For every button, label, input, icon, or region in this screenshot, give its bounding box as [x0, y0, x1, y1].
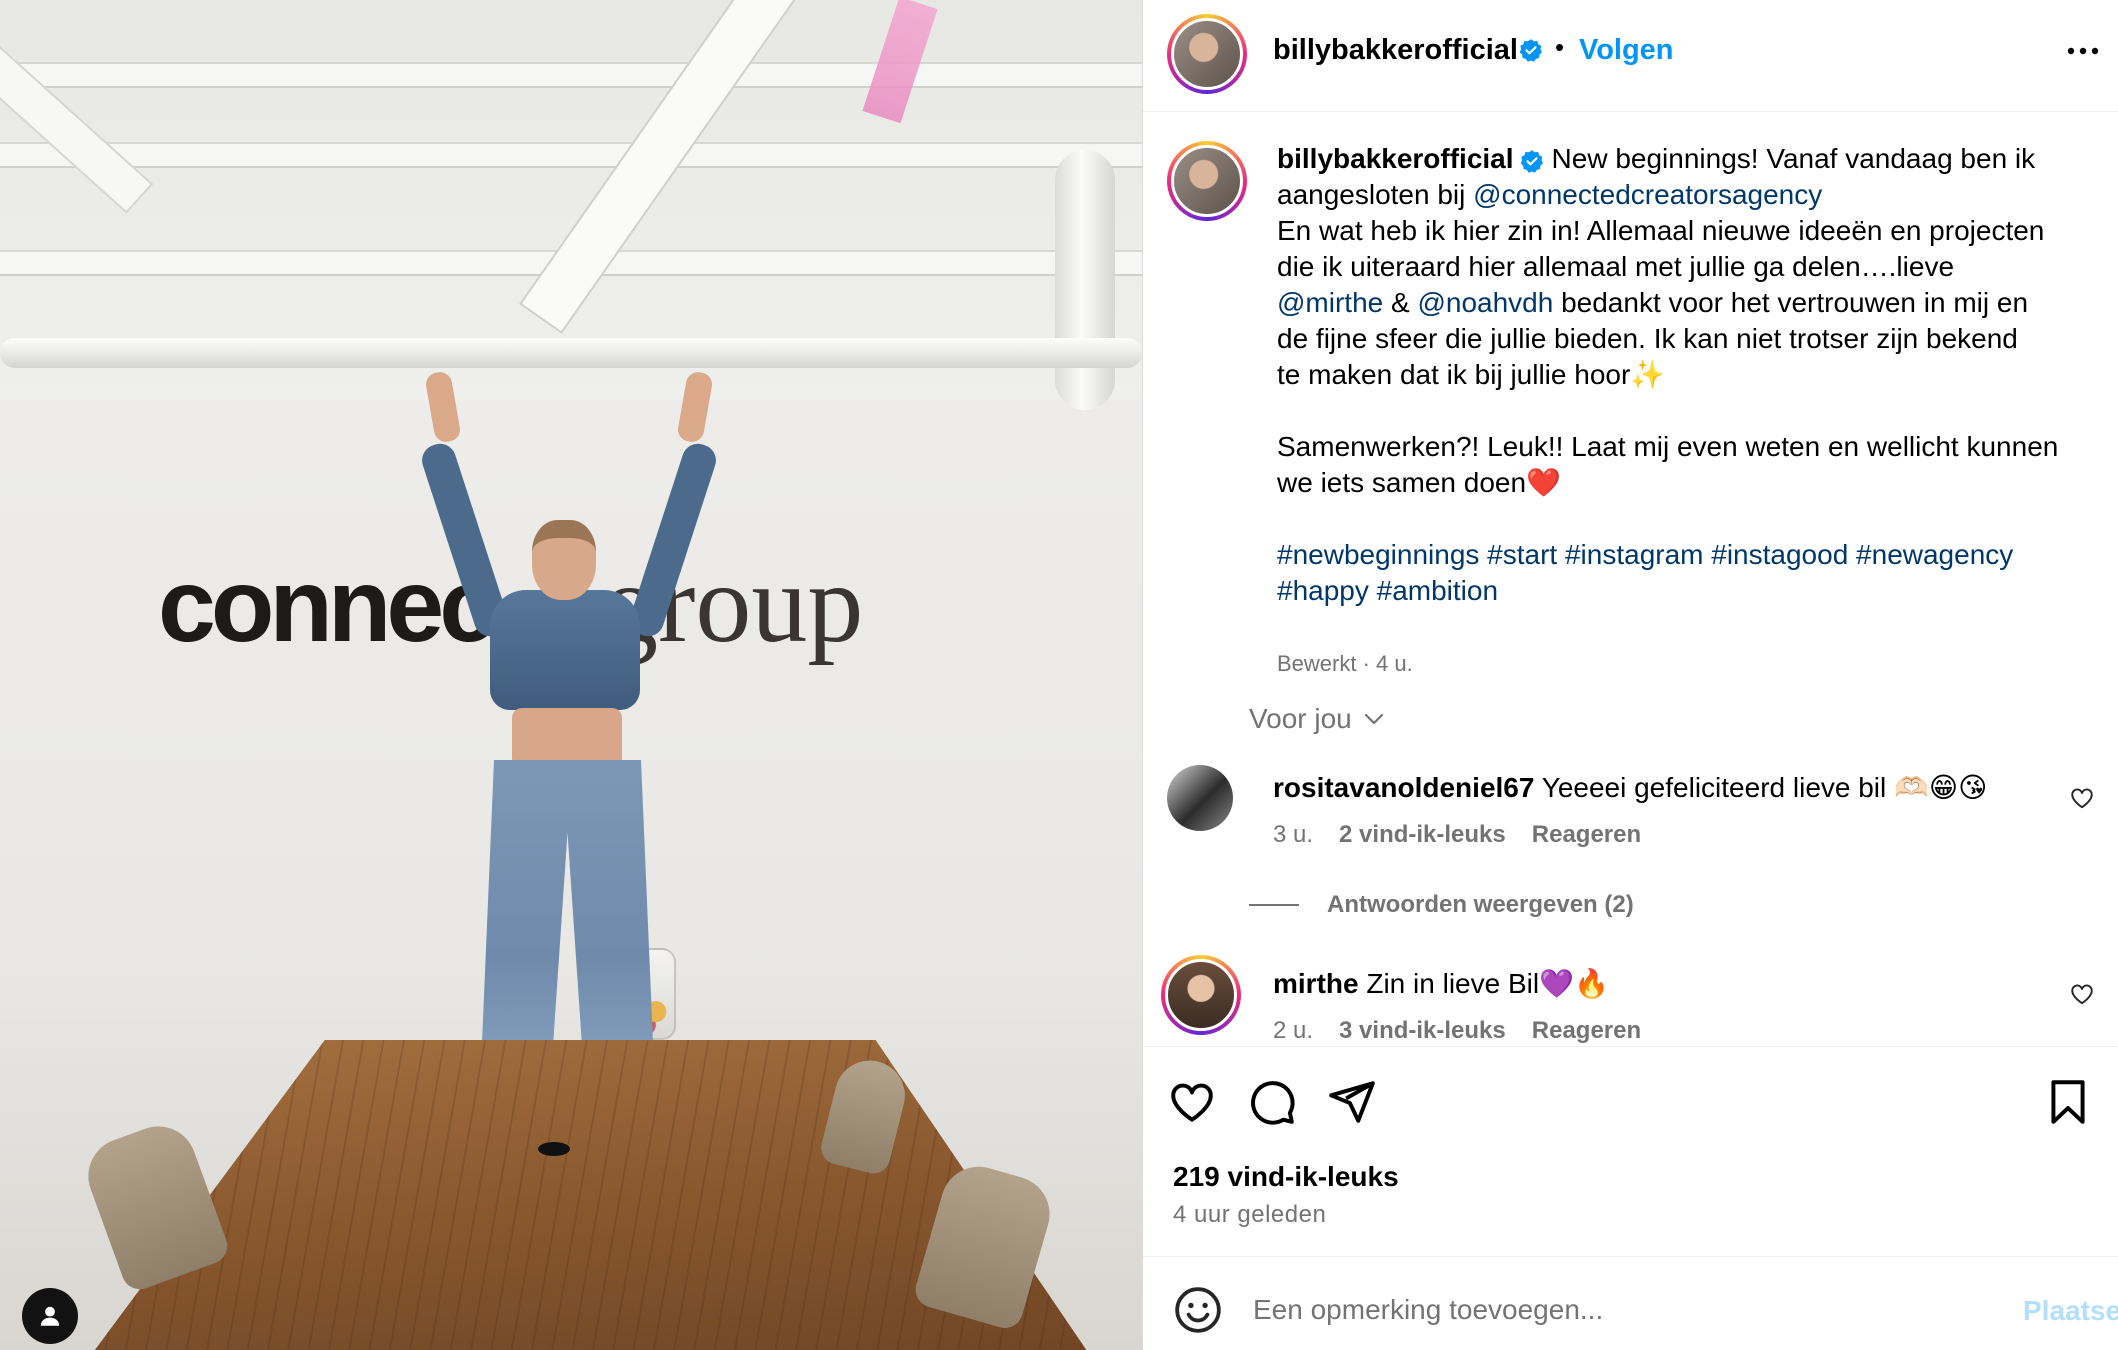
mention-link[interactable]: @mirthe	[1277, 287, 1383, 318]
comments-scroll-area[interactable]: billybakkerofficial New beginnings! Vana…	[1143, 113, 2118, 1045]
author-avatar[interactable]	[1167, 14, 1247, 94]
commenter-avatar[interactable]	[1161, 955, 1241, 1035]
comment-likes-link[interactable]: 3 vind-ik-leuks	[1339, 1017, 1506, 1045]
caption-username[interactable]: billybakkerofficial	[1277, 143, 1514, 174]
author-username[interactable]: billybakkerofficial	[1273, 34, 1518, 67]
comments-sort-dropdown[interactable]: Voor jou	[1249, 703, 1386, 735]
comment-input[interactable]	[1253, 1285, 1953, 1335]
post-timestamp: 4 uur geleden	[1173, 1201, 1327, 1228]
chevron-down-icon	[1364, 713, 1383, 725]
heart-icon[interactable]	[1167, 1077, 1217, 1127]
commenter-username[interactable]: mirthe	[1273, 968, 1359, 999]
comment-composer: Plaatsen	[1143, 1256, 2118, 1350]
commenter-username[interactable]: rositavanoldeniel67	[1273, 772, 1534, 803]
comment-likes-link[interactable]: 2 vind-ik-leuks	[1339, 821, 1506, 849]
post-actions: 219 vind-ik-leuks 4 uur geleden	[1143, 1046, 2118, 1256]
caption-meta: Bewerkt · 4 u.	[1277, 651, 1413, 676]
post-dialog: connec group billybakkerofficial • Volge…	[0, 0, 2118, 1350]
person-icon	[40, 1306, 60, 1326]
verified-badge-icon	[1520, 149, 1543, 173]
view-replies-button[interactable]: Antwoorden weergeven (2)	[1249, 891, 1634, 919]
tagged-users-button[interactable]	[22, 1288, 78, 1344]
person	[417, 370, 721, 1100]
reply-button[interactable]: Reageren	[1532, 821, 1641, 849]
verified-badge-icon	[1519, 39, 1542, 62]
mention-link[interactable]: @connectedcreatorsagency	[1473, 179, 1822, 210]
reply-button[interactable]: Reageren	[1532, 1017, 1641, 1045]
mention-link[interactable]: @noahvdh	[1417, 287, 1553, 318]
post-sidebar: billybakkerofficial • Volgen billybakker…	[1142, 0, 2118, 1350]
share-icon[interactable]	[1327, 1077, 1377, 1127]
heart-icon[interactable]	[2069, 981, 2095, 1007]
hashtags[interactable]: #happy #ambition	[1277, 573, 2097, 609]
caption-text: billybakkerofficial New beginnings! Vana…	[1277, 141, 2097, 609]
hashtags[interactable]: #newbeginnings #start #instagram #instag…	[1277, 537, 2097, 573]
bookmark-icon[interactable]	[2043, 1077, 2093, 1127]
emoji-icon[interactable]	[1173, 1285, 1223, 1335]
caption-author-avatar[interactable]	[1167, 141, 1247, 221]
likes-count[interactable]: 219 vind-ik-leuks	[1173, 1161, 1399, 1193]
post-photo[interactable]: connec group	[0, 0, 1142, 1350]
post-comment-button[interactable]: Plaatsen	[2023, 1295, 2118, 1327]
comment-icon[interactable]	[1247, 1077, 1297, 1127]
post-header: billybakkerofficial • Volgen	[1143, 0, 2118, 112]
follow-button[interactable]: Volgen	[1579, 34, 1674, 67]
more-options-icon[interactable]	[2063, 36, 2103, 66]
heart-icon[interactable]	[2069, 785, 2095, 811]
commenter-avatar[interactable]	[1167, 765, 1233, 831]
